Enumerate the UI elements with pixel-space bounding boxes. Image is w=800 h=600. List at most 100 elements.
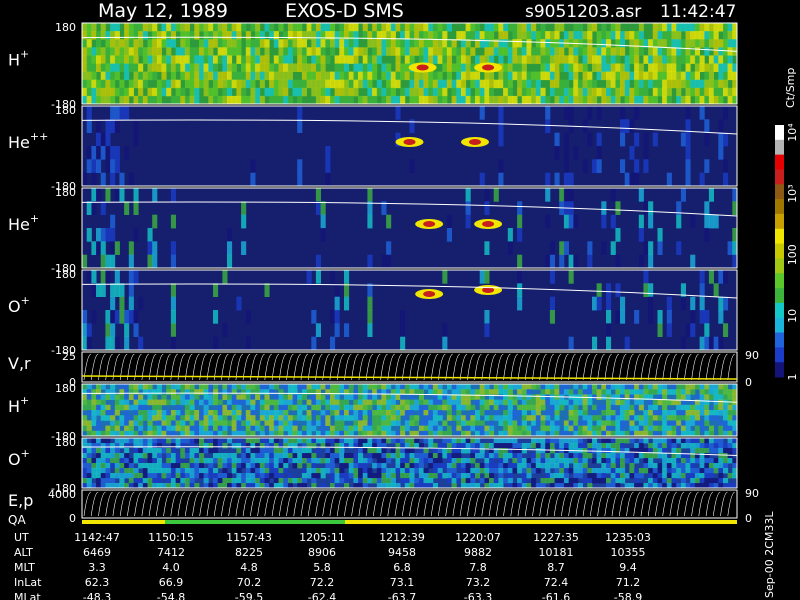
spectrogram-cell (699, 478, 705, 484)
spectrogram-cell (428, 47, 434, 56)
spectrogram-cell (503, 39, 509, 48)
spectrogram-cell (592, 473, 598, 479)
spectrogram-cell (592, 404, 598, 411)
spectrogram-cell (666, 55, 672, 64)
spectrogram-cell (138, 47, 144, 56)
spectrogram-cell (484, 31, 490, 40)
spectrogram-cell (657, 323, 663, 337)
spectrogram-cell (203, 71, 209, 81)
spectrogram-cell (690, 478, 696, 484)
spectrogram-cell (203, 415, 209, 421)
spectrogram-cell (657, 468, 663, 474)
spectrogram-cell (400, 384, 406, 390)
spectrogram-cell (577, 389, 583, 395)
spectrogram-cell (479, 95, 485, 105)
spectrogram-cell (489, 453, 495, 459)
spectrogram-cell (330, 270, 336, 284)
spectrogram-cell (91, 420, 97, 426)
spectrogram-cell (723, 415, 729, 421)
spectrogram-cell (100, 443, 106, 449)
spectrogram-cell (208, 389, 214, 395)
spectrogram-cell (713, 283, 719, 297)
spectrogram-cell (161, 415, 167, 421)
spectrogram-cell (339, 468, 345, 474)
footer-value: 73.1 (390, 576, 415, 589)
spectrogram-cell (152, 425, 158, 432)
spectrogram-cell (184, 389, 190, 395)
spectrogram-cell (493, 410, 499, 416)
footer-value: 1220:07 (455, 531, 501, 544)
spectrogram-cell (526, 473, 532, 479)
hotspot-core (423, 221, 436, 227)
spectrogram-cell (362, 79, 368, 89)
spectrogram-cell (666, 23, 672, 32)
spectrogram-cell (517, 79, 523, 89)
spectrogram-cell (592, 23, 598, 32)
spectrogram-cell (479, 384, 485, 390)
spectrogram-cell (395, 63, 401, 72)
spectrogram-cell (704, 463, 710, 469)
spectrogram-cell (704, 420, 710, 426)
spectrogram-cell (100, 404, 106, 411)
spectrogram-cell (479, 468, 485, 474)
spectrogram-cell (348, 463, 354, 469)
spectrogram-cell (568, 458, 574, 464)
spectrogram-cell (166, 23, 172, 32)
spectrogram-cell (493, 468, 499, 474)
spectrogram-cell (334, 79, 340, 89)
spectrogram-cell (465, 458, 471, 464)
spectrogram-cell (685, 79, 691, 89)
spectrogram-cell (325, 71, 331, 81)
spectrogram-cell (418, 478, 424, 484)
spectrogram-cell (147, 23, 153, 32)
spectrogram-cell (418, 399, 424, 406)
spectrogram-cell (386, 79, 392, 89)
spectrogram-cell (241, 394, 247, 400)
spectrogram-cell (315, 473, 321, 479)
spectrogram-cell (315, 448, 321, 454)
spectrogram-cell (624, 458, 630, 464)
spectrogram-cell (119, 47, 125, 56)
spectrogram-cell (91, 443, 97, 449)
spectrogram-cell (461, 47, 467, 56)
spectrogram-cell (91, 394, 97, 400)
spectrogram-cell (648, 254, 654, 269)
spectrogram-cell (624, 420, 630, 426)
spectrogram-cell (526, 23, 532, 32)
spectrogram-cell (264, 384, 270, 390)
spectrogram-cell (110, 55, 116, 64)
spectrogram-cell (320, 438, 326, 444)
spectrogram-cell (114, 55, 120, 64)
spectrogram-cell (638, 71, 644, 81)
spectrogram-cell (203, 410, 209, 416)
spectrogram-cell (217, 71, 223, 81)
spectrogram-cell (339, 473, 345, 479)
spectrogram-cell (152, 389, 158, 395)
spectrogram-cell (592, 478, 598, 484)
spectrogram-cell (526, 71, 532, 81)
spectrogram-cell (704, 71, 710, 81)
spectrogram-cell (531, 79, 537, 89)
spectrogram-cell (437, 31, 443, 40)
spectrogram-cell (231, 95, 237, 105)
spectrogram-cell (86, 399, 92, 406)
spectrogram-cell (236, 31, 242, 40)
spectrogram-cell (170, 389, 176, 395)
spectrogram-cell (334, 39, 340, 48)
spectrogram-cell (348, 47, 354, 56)
spectrogram-cell (521, 31, 527, 40)
spectrogram-cell (110, 254, 116, 269)
spectrogram-cell (358, 410, 364, 416)
spectrogram-cell (184, 453, 190, 459)
footer-value: 1157:43 (226, 531, 272, 544)
spectrogram-cell (535, 453, 541, 459)
spectrogram-cell (250, 473, 256, 479)
spectrogram-cell (507, 389, 513, 395)
footer-value: 72.4 (544, 576, 569, 589)
spectrogram-cell (152, 399, 158, 406)
spectrogram-cell (559, 384, 565, 390)
spectrogram-cell (404, 39, 410, 48)
spectrogram-cell (180, 468, 186, 474)
spectrogram-cell (676, 95, 682, 105)
spectrogram-cell (526, 31, 532, 40)
